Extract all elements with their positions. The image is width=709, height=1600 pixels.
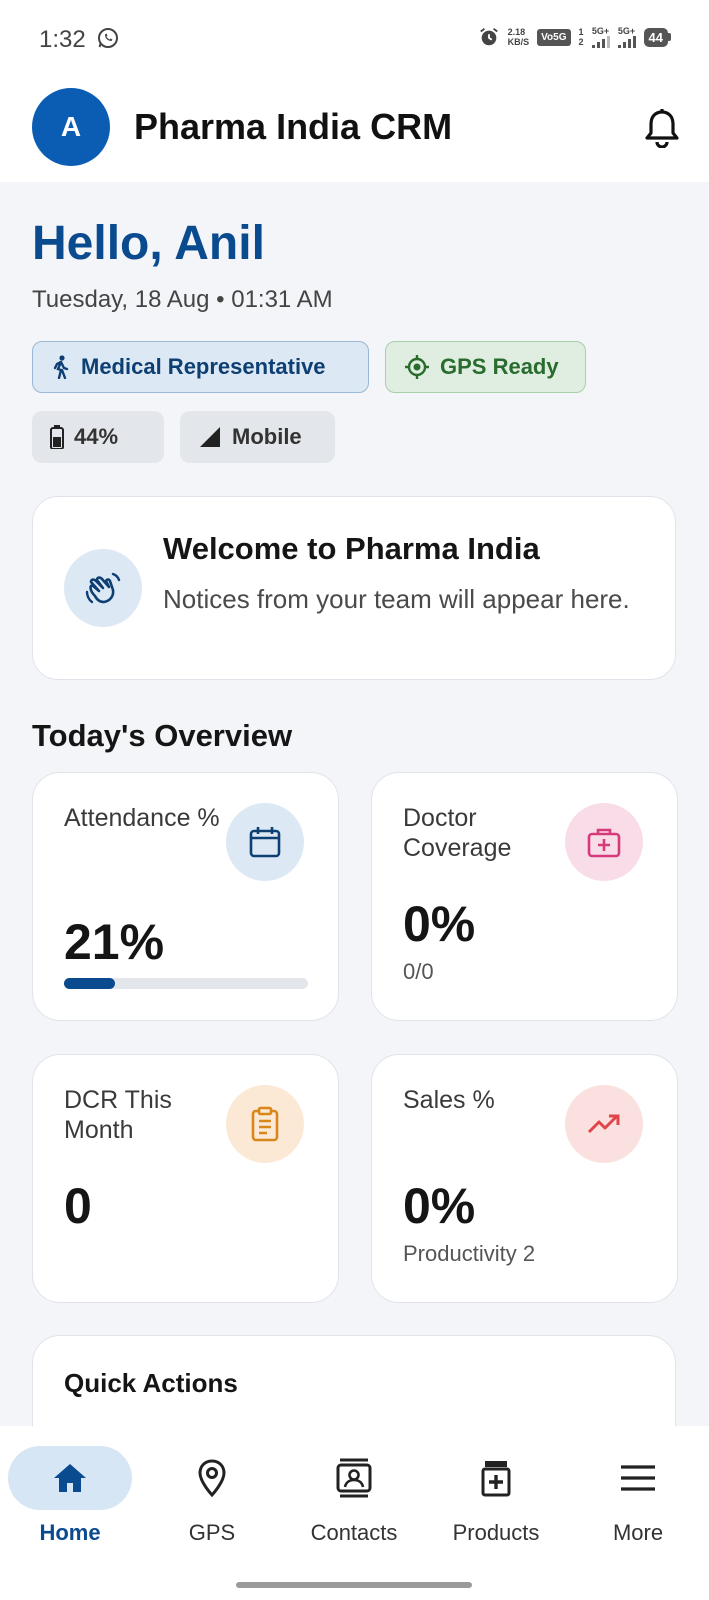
dcr-value: 0 — [64, 1178, 92, 1234]
nav-products[interactable]: Products — [426, 1446, 566, 1546]
greeting-title: Hello, Anil — [32, 217, 265, 270]
bottom-navigation: Home GPS Contacts Products More — [0, 1426, 709, 1600]
welcome-body: Notices from your team will appear here. — [163, 584, 630, 614]
nav-products-label: Products — [452, 1520, 540, 1545]
signal-bars-icon — [617, 35, 636, 48]
calendar-icon — [226, 803, 304, 881]
contacts-icon — [336, 1458, 372, 1498]
nav-home-pill — [8, 1446, 132, 1510]
menu-icon — [621, 1465, 655, 1491]
welcome-title: Welcome to Pharma India — [163, 531, 540, 566]
doctor-coverage-card[interactable]: Doctor Coverage 0% 0/0 — [371, 772, 678, 1021]
current-time: 01:31 AM — [231, 286, 333, 313]
battery-tip — [668, 33, 671, 41]
app-bar: A Pharma India CRM — [0, 78, 709, 182]
quick-actions-title: Quick Actions — [64, 1368, 238, 1398]
battery-indicator: 44 — [643, 27, 671, 47]
sales-sub: Productivity 2 — [403, 1241, 536, 1266]
clipboard-icon — [226, 1085, 304, 1163]
whatsapp-icon — [96, 26, 120, 55]
medical-bag-icon — [565, 803, 643, 881]
overview-section-title: Today's Overview — [32, 718, 293, 753]
signal-2-label: 5G+ — [617, 25, 636, 36]
gps-status-chip[interactable]: GPS Ready — [385, 341, 586, 393]
cellular-signal-icon — [200, 427, 220, 447]
current-date: Tuesday, 18 Aug — [32, 286, 210, 313]
waving-hand-icon — [64, 549, 142, 627]
sales-card[interactable]: Sales % 0% Productivity 2 — [371, 1054, 678, 1303]
home-icon — [54, 1464, 86, 1492]
attendance-label: Attendance % — [64, 804, 220, 832]
attendance-value: 21% — [64, 914, 165, 970]
dcr-card[interactable]: DCR This Month 0 — [32, 1054, 339, 1303]
date-separator: • — [216, 286, 225, 313]
gps-status-label: GPS Ready — [440, 354, 559, 379]
status-indicators: 2.18 KB/S Vo5G 1 2 5G+ 5G+ 44 — [478, 26, 671, 48]
network-chip-label: Mobile — [232, 424, 302, 449]
sales-value: 0% — [403, 1178, 476, 1234]
signal-bars-icon — [591, 35, 610, 48]
attendance-card[interactable]: Attendance % 21% — [32, 772, 339, 1021]
signal-1-label: 5G+ — [591, 25, 610, 36]
sales-label: Sales % — [403, 1086, 495, 1114]
dcr-label: DCR This Month — [64, 1086, 172, 1144]
attendance-progress-bar — [64, 978, 308, 989]
status-time: 1:32 — [39, 26, 86, 53]
doctor-coverage-sub: 0/0 — [403, 959, 434, 984]
attendance-progress-fill — [64, 978, 116, 989]
battery-level: 44 — [643, 27, 668, 47]
battery-icon — [50, 425, 64, 449]
nav-contacts[interactable]: Contacts — [284, 1446, 424, 1546]
date-time: Tuesday, 18 Aug • 01:31 AM — [32, 286, 333, 314]
location-pin-icon — [198, 1459, 226, 1497]
volte-badge: Vo5G — [537, 28, 571, 46]
battery-chip-label: 44% — [74, 424, 119, 449]
signal-2: 5G+ — [617, 25, 636, 48]
doctor-coverage-label: Doctor Coverage — [403, 804, 512, 862]
nav-gps[interactable]: GPS — [142, 1446, 282, 1546]
trending-up-icon — [565, 1085, 643, 1163]
home-screen: 1:32 2.18 KB/S Vo5G 1 2 5G+ 5G+ 44 A Pha… — [0, 0, 709, 1600]
nav-home[interactable]: Home — [0, 1446, 140, 1546]
walking-person-icon — [53, 355, 69, 379]
nav-more-pill — [576, 1446, 700, 1510]
nav-gps-pill — [150, 1446, 274, 1510]
network-speed-unit: KB/S — [507, 37, 530, 47]
sim-slot-1: 1 — [578, 27, 584, 37]
gps-target-icon — [405, 355, 429, 379]
nav-contacts-pill — [292, 1446, 416, 1510]
status-bar: 1:32 2.18 KB/S Vo5G 1 2 5G+ 5G+ 44 — [0, 0, 709, 78]
nav-home-label: Home — [39, 1520, 101, 1545]
nav-contacts-label: Contacts — [310, 1520, 398, 1545]
nav-more-label: More — [612, 1520, 664, 1545]
network-speed-value: 2.18 — [507, 27, 526, 37]
app-title: Pharma India CRM — [134, 106, 453, 147]
battery-chip: 44% — [32, 411, 164, 463]
role-chip[interactable]: Medical Representative — [32, 341, 369, 393]
home-indicator[interactable] — [236, 1582, 472, 1588]
avatar[interactable]: A — [32, 88, 110, 166]
alarm-icon — [479, 28, 498, 46]
nav-more[interactable]: More — [568, 1446, 708, 1546]
notification-bell-icon[interactable] — [644, 108, 680, 148]
sim-slot-2: 2 — [578, 37, 584, 47]
sim-indicator: 1 2 — [579, 27, 584, 47]
nav-products-pill — [434, 1446, 558, 1510]
network-speed: 2.18 KB/S — [508, 27, 530, 47]
network-chip: Mobile — [180, 411, 335, 463]
medicine-icon — [481, 1461, 511, 1497]
nav-gps-label: GPS — [188, 1520, 236, 1545]
doctor-coverage-value: 0% — [403, 896, 476, 952]
role-label: Medical Representative — [81, 354, 326, 379]
welcome-notice-card[interactable]: Welcome to Pharma India Notices from you… — [32, 496, 676, 680]
signal-1: 5G+ — [591, 25, 610, 48]
